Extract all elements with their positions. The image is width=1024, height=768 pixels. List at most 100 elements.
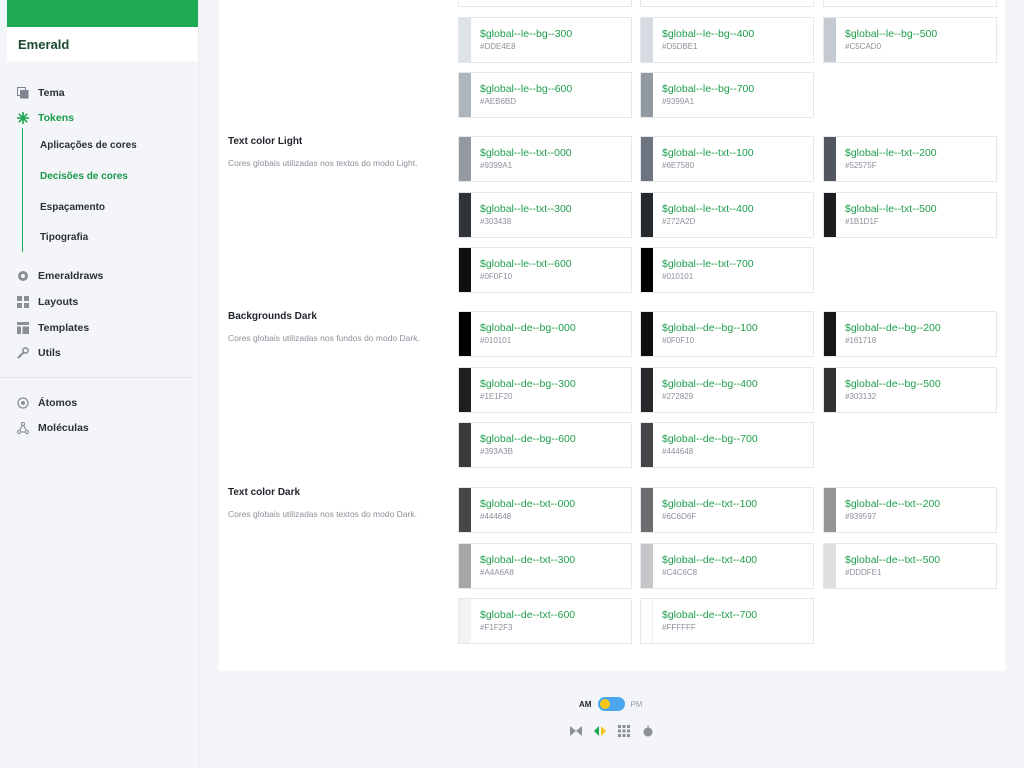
color-swatch [459,137,471,181]
footer-icons [570,725,654,737]
nav-label: Moléculas [38,422,89,434]
token-card[interactable]: $global--de--txt--500 #DDDFE1 [823,542,997,589]
token-card-scrolled[interactable] [458,0,632,7]
token-card[interactable]: $global--le--txt--700 #010101 [640,247,814,293]
token-name: $global--le--txt--700 [662,258,754,270]
section-description: Cores globais utilizadas nos textos do m… [228,158,418,168]
token-hex: #272829 [662,391,694,401]
token-hex: #6C6D6F [662,512,697,521]
token-card[interactable]: $global--de--txt--400 #C4C6C8 [640,542,814,589]
token-card[interactable]: $global--le--bg--600 #AEB6BD [458,72,632,118]
token-card[interactable]: $global--de--bg--000 #010101 [458,311,632,357]
brand-header[interactable]: Emerald [7,27,198,61]
am-label: AM [579,699,592,709]
token-card[interactable]: $global--de--txt--200 #939597 [823,487,997,533]
token-card[interactable]: $global--de--txt--000 #444648 [458,487,632,533]
token-hex: #0F0F10 [662,336,695,345]
token-card[interactable]: $global--le--txt--300 #303438 [458,191,632,238]
token-name: $global--le--bg--500 [845,27,938,40]
nav-label: Templates [38,322,90,334]
token-hex: #010101 [662,272,694,281]
sub-item-tipografia[interactable]: Tipografia [40,232,88,243]
token-card[interactable]: $global--le--txt--400 #272A2D [640,191,814,238]
token-hex: #0F0F10 [480,272,513,281]
token-card[interactable]: $global--le--txt--000 #9399A1 [458,136,632,182]
sub-item-decisoes[interactable]: Decisões de cores [40,171,128,182]
nav-label: Átomos [38,397,78,409]
nav-item-templates[interactable]: Templates [17,320,89,336]
token-card[interactable]: $global--le--txt--600 #0F0F10 [458,247,632,293]
token-name: $global--de--bg--000 [480,322,576,334]
token-card[interactable]: $global--de--bg--100 #0F0F10 [640,311,814,357]
token-name: $global--de--txt--300 [480,553,576,566]
token-name: $global--le--bg--400 [662,27,755,40]
color-swatch [824,367,836,412]
nav-item-moleculas[interactable]: Moléculas [17,420,89,436]
token-card[interactable]: $global--de--bg--600 #393A3B [458,422,632,468]
token-hex: #C5CAD0 [845,41,882,51]
sub-item-espacamento[interactable]: Espaçamento [40,202,105,213]
token-hex: #1B1D1F [845,216,879,226]
token-name: $global--de--bg--400 [662,377,758,390]
color-swatch [824,192,836,237]
token-card[interactable]: $global--le--txt--200 #52575F [823,136,997,182]
token-hex: #F1F2F3 [480,623,513,632]
code-icon[interactable] [594,725,606,737]
token-name: $global--de--bg--100 [662,322,758,334]
color-swatch [641,367,653,412]
nav-item-utils[interactable]: Utils [17,345,61,361]
token-hex: #9399A1 [480,161,513,170]
token-card[interactable]: $global--le--txt--100 #6E7580 [640,136,814,182]
color-swatch [824,137,836,181]
token-hex: #C4C6C8 [662,567,698,577]
token-card[interactable]: $global--le--bg--400 #D5DBE1 [640,16,814,63]
wrench-icon [17,347,29,359]
section-title: Text color Dark [228,487,301,498]
color-swatch [459,312,471,356]
nav-item-layouts[interactable]: Layouts [17,294,78,310]
token-card[interactable]: $global--de--txt--600 #F1F2F3 [458,598,632,644]
copy-icon [17,87,29,99]
token-card[interactable]: $global--de--bg--700 #444648 [640,422,814,468]
token-card-scrolled[interactable] [640,0,814,7]
token-card[interactable]: $global--le--txt--500 #1B1D1F [823,191,997,238]
apple-icon[interactable] [642,725,654,737]
token-card[interactable]: $global--le--bg--300 #DDE4E8 [458,16,632,63]
section-bg-dark: Backgrounds Dark Cores globais utilizada… [228,311,420,343]
token-hex: #9399A1 [662,97,695,106]
token-card[interactable]: $global--de--txt--100 #6C6D6F [640,487,814,533]
main-content: Text color Light Cores globais utilizada… [219,0,1005,671]
token-hex: #161718 [845,336,877,345]
token-name: $global--de--txt--100 [662,498,758,510]
pm-label: PM [630,699,643,709]
token-hex: #A4A6A8 [480,567,514,577]
token-card[interactable]: $global--le--bg--500 #C5CAD0 [823,16,997,63]
color-swatch [459,192,471,237]
section-text-dark: Text color Dark Cores globais utilizadas… [228,487,417,519]
token-name: $global--de--txt--200 [845,498,941,510]
bowtie-icon[interactable] [570,725,582,737]
token-card[interactable]: $global--de--bg--500 #303132 [823,366,997,413]
grid-dots-icon[interactable] [618,725,630,737]
color-swatch [641,17,653,62]
token-card[interactable]: $global--de--txt--700 #FFFFFF [640,598,814,644]
sub-item-aplicacoes[interactable]: Aplicações de cores [40,140,137,151]
section-description: Cores globais utilizadas nos fundos do m… [228,333,420,343]
nav-item-emeraldraws[interactable]: Emeraldraws [17,268,103,284]
token-card[interactable]: $global--de--bg--200 #161718 [823,311,997,357]
token-name: $global--le--txt--200 [845,147,937,159]
nav-item-atomos[interactable]: Átomos [17,395,77,411]
token-card[interactable]: $global--le--bg--700 #9399A1 [640,72,814,118]
sidebar-divider [0,377,194,378]
theme-switch[interactable] [598,697,626,711]
nav-item-tema[interactable]: Tema [17,85,65,101]
nav-item-tokens[interactable]: Tokens [17,110,74,126]
token-card[interactable]: $global--de--bg--300 #1E1F20 [458,366,632,413]
token-card-scrolled[interactable] [823,0,997,7]
color-swatch [824,543,836,588]
token-card[interactable]: $global--de--txt--300 #A4A6A8 [458,542,632,589]
token-hex: #444648 [480,512,512,521]
color-swatch [459,488,471,532]
molecule-icon [17,422,29,434]
token-card[interactable]: $global--de--bg--400 #272829 [640,366,814,413]
